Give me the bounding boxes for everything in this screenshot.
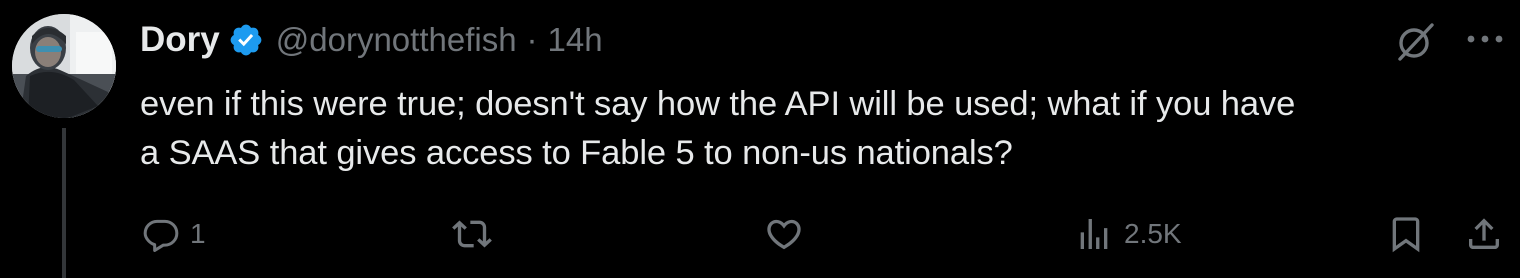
separator-dot: · [526, 21, 538, 58]
reply-icon [142, 215, 180, 253]
tweet-header: Dory @dorynotthefish · 14h [140, 18, 603, 62]
more-button[interactable] [1462, 24, 1508, 54]
thread-line [62, 128, 66, 278]
post-timestamp[interactable]: 14h [548, 18, 603, 62]
tweet[interactable]: Dory @dorynotthefish · 14h even if this … [0, 0, 1520, 278]
more-icon [1465, 34, 1505, 44]
repost-button[interactable] [452, 212, 502, 256]
author-name[interactable]: Dory [140, 18, 220, 62]
verified-badge-icon[interactable] [228, 22, 264, 58]
like-icon [764, 214, 804, 254]
author-handle[interactable]: @dorynotthefish [276, 18, 517, 62]
bookmark-button[interactable] [1386, 212, 1426, 256]
grok-icon [1394, 19, 1438, 63]
bookmark-icon [1386, 214, 1426, 254]
views-button[interactable]: 2.5K [1074, 212, 1182, 256]
share-button[interactable] [1464, 212, 1504, 256]
views-icon [1074, 214, 1114, 254]
avatar-photo [12, 14, 116, 118]
tweet-text: even if this were true; doesn't say how … [140, 80, 1515, 178]
tweet-text-line: a SAAS that gives access to Fable 5 to n… [140, 134, 1013, 172]
grok-button[interactable] [1392, 18, 1440, 64]
views-count: 2.5K [1124, 218, 1182, 249]
repost-icon [452, 214, 492, 254]
reply-count: 1 [190, 218, 206, 249]
avatar[interactable] [12, 14, 116, 118]
reply-button[interactable]: 1 [142, 212, 206, 256]
tweet-text-line: even if this were true; doesn't say how … [140, 85, 1296, 123]
like-button[interactable] [764, 212, 814, 256]
share-icon [1464, 214, 1504, 254]
